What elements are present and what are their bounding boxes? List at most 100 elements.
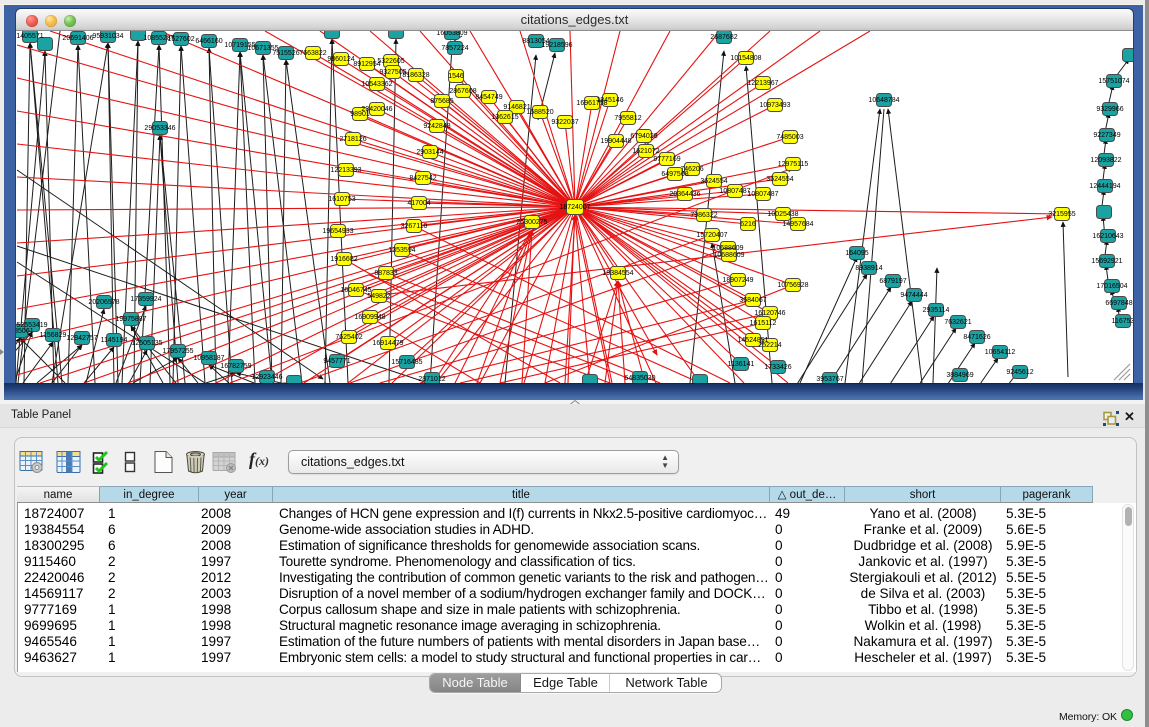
svg-text:6794028: 6794028 — [630, 133, 657, 140]
svg-text:2871012: 2871012 — [418, 376, 445, 383]
svg-text:14957684: 14957684 — [782, 221, 813, 228]
svg-text:8427542: 8427542 — [409, 175, 436, 182]
svg-text:1546: 1546 — [448, 73, 464, 80]
svg-text:1916682: 1916682 — [330, 256, 357, 263]
svg-text:3267110: 3267110 — [401, 223, 428, 230]
svg-text:9227349: 9227349 — [1093, 132, 1120, 139]
svg-text:1145194: 1145194 — [101, 337, 128, 344]
svg-text:12975115: 12975115 — [778, 161, 809, 168]
svg-text:18907249: 18907249 — [722, 277, 753, 284]
svg-text:19975887: 19975887 — [115, 316, 146, 323]
svg-text:6216: 6216 — [740, 221, 756, 228]
svg-text:887833: 887833 — [374, 270, 397, 277]
svg-text:1362615: 1362615 — [491, 114, 518, 121]
svg-text:7986322: 7986322 — [690, 212, 717, 219]
svg-text:3953767: 3953767 — [816, 376, 843, 383]
svg-text:164095: 164095 — [845, 250, 868, 257]
svg-text:1353594: 1353594 — [388, 247, 415, 254]
svg-text:12093822: 12093822 — [1090, 157, 1121, 164]
svg-text:9242848: 9242848 — [423, 123, 450, 130]
svg-text:1156829: 1156829 — [40, 332, 67, 339]
svg-text:12923446: 12923446 — [251, 374, 282, 381]
svg-text:12505135: 12505135 — [131, 340, 162, 347]
svg-text:116753: 116753 — [1112, 318, 1133, 325]
svg-text:10025438: 10025438 — [767, 211, 798, 218]
svg-text:18724007: 18724007 — [559, 204, 590, 211]
svg-text:8454749: 8454749 — [475, 94, 502, 101]
svg-text:95931034: 95931034 — [92, 33, 123, 40]
svg-text:16053809: 16053809 — [436, 31, 467, 37]
svg-text:252214: 252214 — [758, 342, 781, 349]
svg-text:9860124: 9860124 — [327, 56, 354, 63]
svg-text:10654112: 10654112 — [985, 349, 1016, 356]
svg-text:9329966: 9329966 — [1096, 106, 1123, 113]
svg-text:29053346: 29053346 — [144, 125, 175, 132]
svg-text:15751074: 15751074 — [1098, 78, 1129, 85]
svg-text:8938914: 8938914 — [855, 265, 882, 272]
svg-text:9457771: 9457771 — [323, 358, 350, 365]
svg-text:15692921: 15692921 — [1091, 258, 1122, 265]
svg-text:9474444: 9474444 — [900, 292, 927, 299]
svg-text:2687682: 2687682 — [710, 34, 737, 41]
svg-text:10648784: 10648784 — [868, 97, 899, 104]
svg-text:25300275: 25300275 — [516, 219, 547, 226]
svg-text:5322605: 5322605 — [377, 58, 404, 65]
svg-text:1136141: 1136141 — [728, 361, 755, 368]
svg-text:9777169: 9777169 — [653, 156, 680, 163]
svg-text:875685: 875685 — [430, 98, 453, 105]
svg-text:16120746: 16120746 — [754, 310, 785, 317]
svg-text:417004: 417004 — [407, 200, 430, 207]
svg-text:7955812: 7955812 — [614, 115, 641, 122]
svg-text:10973493: 10973493 — [759, 102, 790, 109]
svg-text:746206: 746206 — [680, 166, 703, 173]
svg-text:20364436: 20364436 — [669, 191, 700, 198]
svg-text:1527602: 1527602 — [167, 36, 194, 43]
svg-text:17359924: 17359924 — [130, 296, 161, 303]
svg-text:2867608: 2867608 — [449, 88, 476, 95]
svg-text:1615112: 1615112 — [750, 320, 777, 327]
svg-text:3624554: 3624554 — [700, 178, 727, 185]
svg-text:1588520: 1588520 — [526, 109, 553, 116]
svg-text:7485003: 7485003 — [776, 134, 803, 141]
svg-text:19384554: 19384554 — [602, 270, 633, 277]
svg-text:549822: 549822 — [367, 293, 390, 300]
svg-text:7632621: 7632621 — [944, 319, 971, 326]
svg-text:3624554: 3624554 — [766, 176, 793, 183]
svg-text:12942757: 12942757 — [66, 335, 97, 342]
svg-text:10958187: 10958187 — [193, 355, 224, 362]
svg-text:2935114: 2935114 — [923, 307, 950, 314]
svg-text:10688609: 10688609 — [712, 245, 743, 252]
svg-text:1845146: 1845146 — [596, 97, 623, 104]
svg-text:1610753: 1610753 — [328, 196, 355, 203]
svg-text:9322037: 9322037 — [551, 119, 578, 126]
svg-text:7625402: 7625402 — [335, 334, 362, 341]
svg-text:16909948: 16909948 — [354, 314, 385, 321]
svg-text:3684067: 3684067 — [739, 297, 766, 304]
svg-text:7663822: 7663822 — [299, 50, 326, 57]
svg-text:2903144: 2903144 — [416, 149, 443, 156]
svg-text:12213967: 12213967 — [747, 80, 778, 87]
svg-text:20691406: 20691406 — [62, 35, 93, 42]
svg-text:8471626: 8471626 — [963, 334, 990, 341]
svg-text:7515526: 7515526 — [272, 50, 299, 57]
svg-text:3884969: 3884969 — [946, 372, 973, 379]
svg-text:1405571: 1405571 — [16, 33, 43, 40]
svg-text:3215955: 3215955 — [1048, 211, 1075, 218]
svg-text:19654933: 19654933 — [322, 228, 353, 235]
svg-text:52553419: 52553419 — [16, 322, 47, 329]
svg-text:2718126: 2718126 — [339, 136, 366, 143]
svg-text:15720407: 15720407 — [696, 232, 727, 239]
svg-text:16914479: 16914479 — [372, 340, 403, 347]
svg-text:12444194: 12444194 — [1089, 183, 1120, 190]
svg-text:8186328: 8186328 — [402, 72, 429, 79]
svg-text:4485061: 4485061 — [16, 328, 34, 335]
svg-text:6466160: 6466160 — [195, 38, 222, 45]
svg-text:10807487: 10807487 — [719, 188, 750, 195]
svg-text:17016504: 17016504 — [1096, 283, 1127, 290]
svg-text:64835030: 64835030 — [624, 375, 655, 382]
svg-text:6697848: 6697848 — [1105, 300, 1132, 307]
svg-text:10154808: 10154808 — [730, 55, 761, 62]
svg-text:10543362: 10543362 — [361, 81, 392, 88]
svg-text:16782759: 16782759 — [220, 363, 251, 370]
svg-text:10688609: 10688609 — [713, 252, 744, 259]
